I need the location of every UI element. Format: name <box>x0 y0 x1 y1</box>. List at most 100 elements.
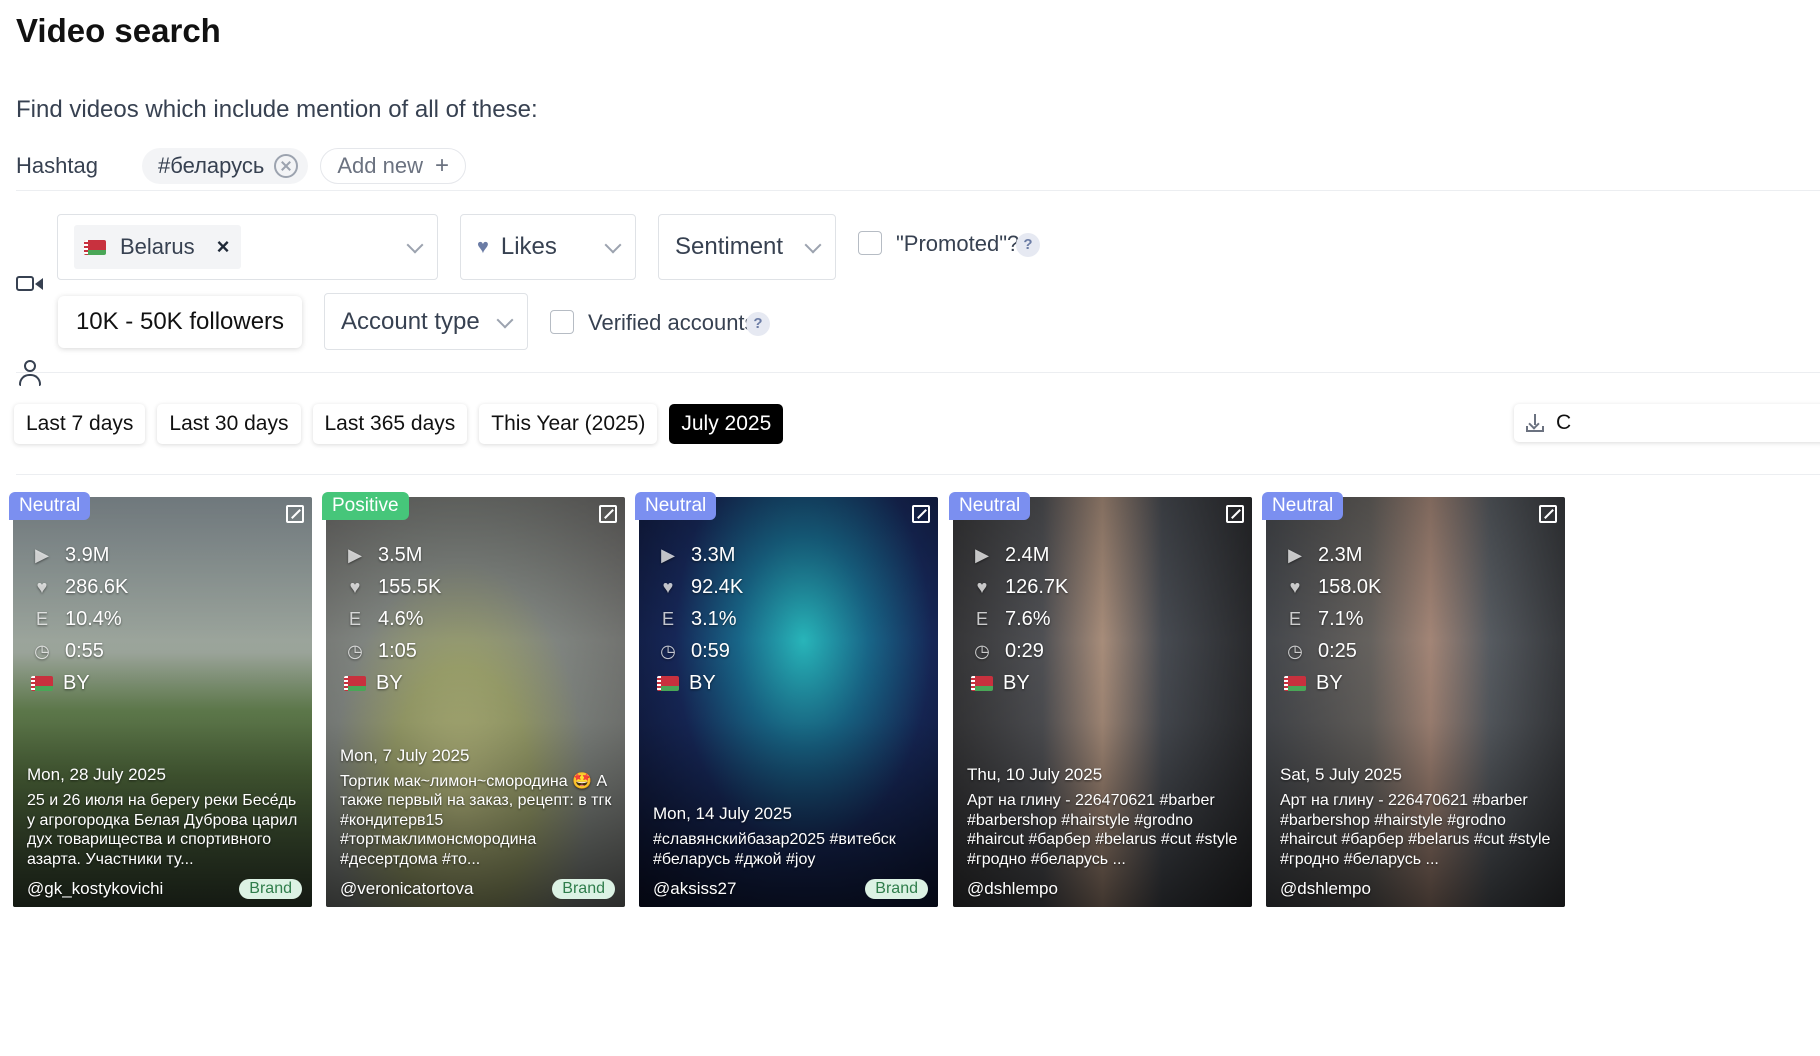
author-handle[interactable]: @dshlempo <box>967 879 1058 899</box>
promoted-checkbox[interactable] <box>858 231 882 255</box>
video-description: Арт на глину - 226470621 #barber #barber… <box>1280 792 1551 868</box>
heart-icon: ♥ <box>36 576 48 597</box>
country-select[interactable]: Belarus × <box>57 214 438 280</box>
search-description: Find videos which include mention of all… <box>16 96 538 123</box>
open-external-icon[interactable] <box>286 505 304 523</box>
video-description: 25 и 26 июля на берегу реки Бесе́дь у аг… <box>27 792 298 868</box>
video-description: Тортик мак~лимон~смородина 🤩 А также пер… <box>340 772 612 868</box>
video-stats: ▶ 2.4M ♥ 126.7K E 7.6% ◷ 0:29 BY <box>969 539 1068 699</box>
chevron-down-icon <box>604 236 622 254</box>
verified-checkbox[interactable] <box>550 310 574 334</box>
video-date: Thu, 10 July 2025 <box>967 765 1103 784</box>
account-type-select[interactable]: Account type <box>324 293 528 350</box>
range-last-30-days[interactable]: Last 30 days <box>157 404 301 444</box>
divider <box>16 474 1820 475</box>
author-handle[interactable]: @gk_kostykovichi <box>27 879 163 899</box>
country-code: BY <box>1003 671 1030 694</box>
divider <box>16 190 1820 191</box>
heart-icon: ♥ <box>349 576 361 597</box>
belarus-flag-icon <box>344 675 366 691</box>
clock-icon: ◷ <box>1287 640 1303 661</box>
chevron-down-icon <box>496 311 514 329</box>
remove-country-icon[interactable]: × <box>217 234 230 260</box>
promoted-label: "Promoted"? <box>896 231 1020 256</box>
video-date: Sat, 5 July 2025 <box>1280 765 1402 784</box>
engagement-icon: E <box>348 608 361 629</box>
range-last-7-days[interactable]: Last 7 days <box>14 404 146 444</box>
video-card[interactable]: ▶ 3.5M ♥ 155.5K E 4.6% ◷ 1:05 BY Mon, 7 July… <box>326 497 625 907</box>
range-july-2025[interactable]: July 2025 <box>669 404 784 444</box>
open-external-icon[interactable] <box>912 505 930 523</box>
country-chip: Belarus × <box>74 225 242 269</box>
open-external-icon[interactable] <box>599 505 617 523</box>
hashtag-chip[interactable]: #беларусь <box>142 148 309 184</box>
video-card[interactable]: ▶ 3.3M ♥ 92.4K E 3.1% ◷ 0:59 BY Mon, 14 July… <box>639 497 938 907</box>
video-card[interactable]: ▶ 2.3M ♥ 158.0K E 7.1% ◷ 0:25 BY Sat, 5 July… <box>1266 497 1565 907</box>
hashtag-label: Hashtag <box>16 153 98 178</box>
author-handle[interactable]: @aksiss27 <box>653 879 736 899</box>
video-date: Mon, 7 July 2025 <box>340 745 470 765</box>
likes-count: 92.4K <box>691 575 744 598</box>
chevron-down-icon <box>406 236 424 254</box>
engagement-rate: 7.1% <box>1318 607 1364 630</box>
country-code: BY <box>376 671 403 694</box>
video-card[interactable]: ▶ 3.9M ♥ 286.6K E 10.4% ◷ 0:55 BY Mon, 28 Ju… <box>13 497 312 907</box>
sentiment-badge: Neutral <box>9 492 91 520</box>
country-code: BY <box>689 671 716 694</box>
open-external-icon[interactable] <box>1539 505 1557 523</box>
sentiment-badge: Neutral <box>1262 492 1344 520</box>
help-icon[interactable]: ? <box>746 312 770 336</box>
account-type-label: Account type <box>341 307 480 335</box>
verified-label: Verified accounts <box>588 310 756 335</box>
date-range-group: Last 7 days Last 30 days Last 365 days T… <box>14 404 795 444</box>
belarus-flag-icon <box>971 675 993 691</box>
engagement-icon: E <box>1288 608 1301 629</box>
likes-count: 155.5K <box>378 575 442 598</box>
open-external-icon[interactable] <box>1226 505 1244 523</box>
video-stats: ▶ 3.9M ♥ 286.6K E 10.4% ◷ 0:55 BY <box>29 539 128 699</box>
video-stats: ▶ 2.3M ♥ 158.0K E 7.1% ◷ 0:25 BY <box>1282 539 1381 699</box>
author-handle[interactable]: @dshlempo <box>1280 879 1371 899</box>
engagement-rate: 3.1% <box>691 607 737 630</box>
views-count: 2.3M <box>1318 543 1363 566</box>
brand-badge: Brand <box>239 879 302 899</box>
download-button[interactable]: C <box>1514 404 1820 442</box>
belarus-flag-icon <box>1284 675 1306 691</box>
brand-badge: Brand <box>865 879 928 899</box>
engagement-icon: E <box>661 608 674 629</box>
heart-icon: ♥ <box>662 576 674 597</box>
engagement-rate: 10.4% <box>65 607 122 630</box>
duration: 1:05 <box>378 639 417 662</box>
belarus-flag-icon <box>657 675 679 691</box>
hashtag-chip-label: #беларусь <box>158 153 265 178</box>
heart-icon: ♥ <box>1289 576 1301 597</box>
views-count: 3.5M <box>378 543 423 566</box>
add-hashtag-button[interactable]: Add new + <box>320 148 467 184</box>
author-handle[interactable]: @veronicatortova <box>340 879 474 899</box>
play-icon: ▶ <box>35 544 49 565</box>
brand-badge: Brand <box>552 879 615 899</box>
views-count: 3.3M <box>691 543 736 566</box>
sentiment-select[interactable]: Sentiment <box>658 214 836 280</box>
range-this-year[interactable]: This Year (2025) <box>479 404 658 444</box>
page-title: Video search <box>16 12 221 49</box>
help-icon[interactable]: ? <box>1016 233 1040 257</box>
sentiment-select-label: Sentiment <box>675 233 784 260</box>
engagement-icon: E <box>35 608 48 629</box>
video-stats: ▶ 3.5M ♥ 155.5K E 4.6% ◷ 1:05 BY <box>342 539 441 699</box>
video-card[interactable]: ▶ 2.4M ♥ 126.7K E 7.6% ◷ 0:29 BY Thu, 10 Jul… <box>953 497 1252 907</box>
sentiment-badge: Positive <box>322 492 409 520</box>
country-code: BY <box>63 671 90 694</box>
range-last-365-days[interactable]: Last 365 days <box>312 404 468 444</box>
clock-icon: ◷ <box>974 640 990 661</box>
likes-select-label: Likes <box>500 233 557 260</box>
duration: 0:25 <box>1318 639 1357 662</box>
belarus-flag-icon <box>31 675 53 691</box>
hashtag-row: Hashtag #беларусь Add new + <box>16 148 478 184</box>
followers-range-button[interactable]: 10K - 50K followers <box>58 296 302 348</box>
likes-select[interactable]: ♥ Likes <box>460 214 636 280</box>
clock-icon: ◷ <box>34 640 50 661</box>
likes-count: 286.6K <box>65 575 129 598</box>
video-description: #славянскийбазар2025 #витебск #беларусь … <box>653 831 896 868</box>
remove-circle-icon[interactable] <box>274 154 299 178</box>
